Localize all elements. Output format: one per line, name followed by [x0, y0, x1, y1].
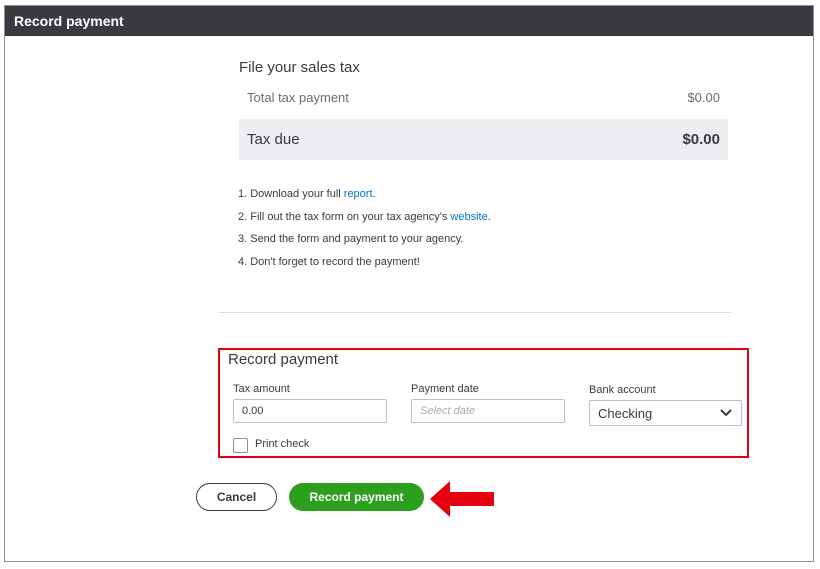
record-payment-heading: Record payment — [228, 351, 339, 368]
report-link[interactable]: report — [344, 188, 373, 200]
bank-account-value: Checking — [598, 405, 653, 421]
total-tax-value: $0.00 — [687, 89, 720, 105]
total-tax-label: Total tax payment — [247, 89, 349, 105]
dialog-titlebar: Record payment — [5, 6, 813, 36]
step-2: 2. Fill out the tax form on your tax age… — [238, 209, 491, 232]
tax-amount-label: Tax amount — [233, 383, 290, 395]
step-1: 1. Download your full report. — [238, 186, 491, 209]
tax-amount-input[interactable]: 0.00 — [233, 399, 387, 423]
print-check-label: Print check — [255, 438, 310, 450]
website-link[interactable]: website — [450, 211, 487, 223]
record-payment-button[interactable]: Record payment — [289, 483, 424, 511]
tax-due-value: $0.00 — [682, 131, 720, 148]
step-1-text: 1. Download your full — [238, 188, 344, 200]
left-arrow-annotation-icon — [430, 481, 494, 517]
chevron-down-icon — [719, 406, 733, 420]
step-2-text: 2. Fill out the tax form on your tax age… — [238, 210, 451, 223]
step-3: 3. Send the form and payment to your age… — [238, 233, 464, 246]
cancel-button[interactable]: Cancel — [196, 483, 277, 511]
step-4: 4. Don't forget to record the payment! — [238, 256, 420, 269]
dialog-title: Record payment — [14, 13, 124, 29]
print-check-checkbox[interactable] — [233, 438, 248, 453]
bank-account-label: Bank account — [589, 384, 656, 396]
step-1-suffix: . — [372, 188, 376, 200]
payment-date-label: Payment date — [411, 383, 479, 395]
section-divider — [219, 312, 731, 313]
total-tax-row: Total tax payment $0.00 — [239, 82, 728, 112]
step-2-suffix: . — [487, 210, 491, 223]
section-title: File your sales tax — [239, 59, 360, 76]
instruction-steps: 1. Download your full report. 2. Fill ou… — [238, 186, 491, 277]
tax-due-row: Tax due $0.00 — [239, 119, 728, 160]
tax-due-label: Tax due — [247, 131, 300, 148]
bank-account-select[interactable]: Checking — [589, 400, 742, 426]
payment-date-input[interactable]: Select date — [411, 399, 565, 423]
